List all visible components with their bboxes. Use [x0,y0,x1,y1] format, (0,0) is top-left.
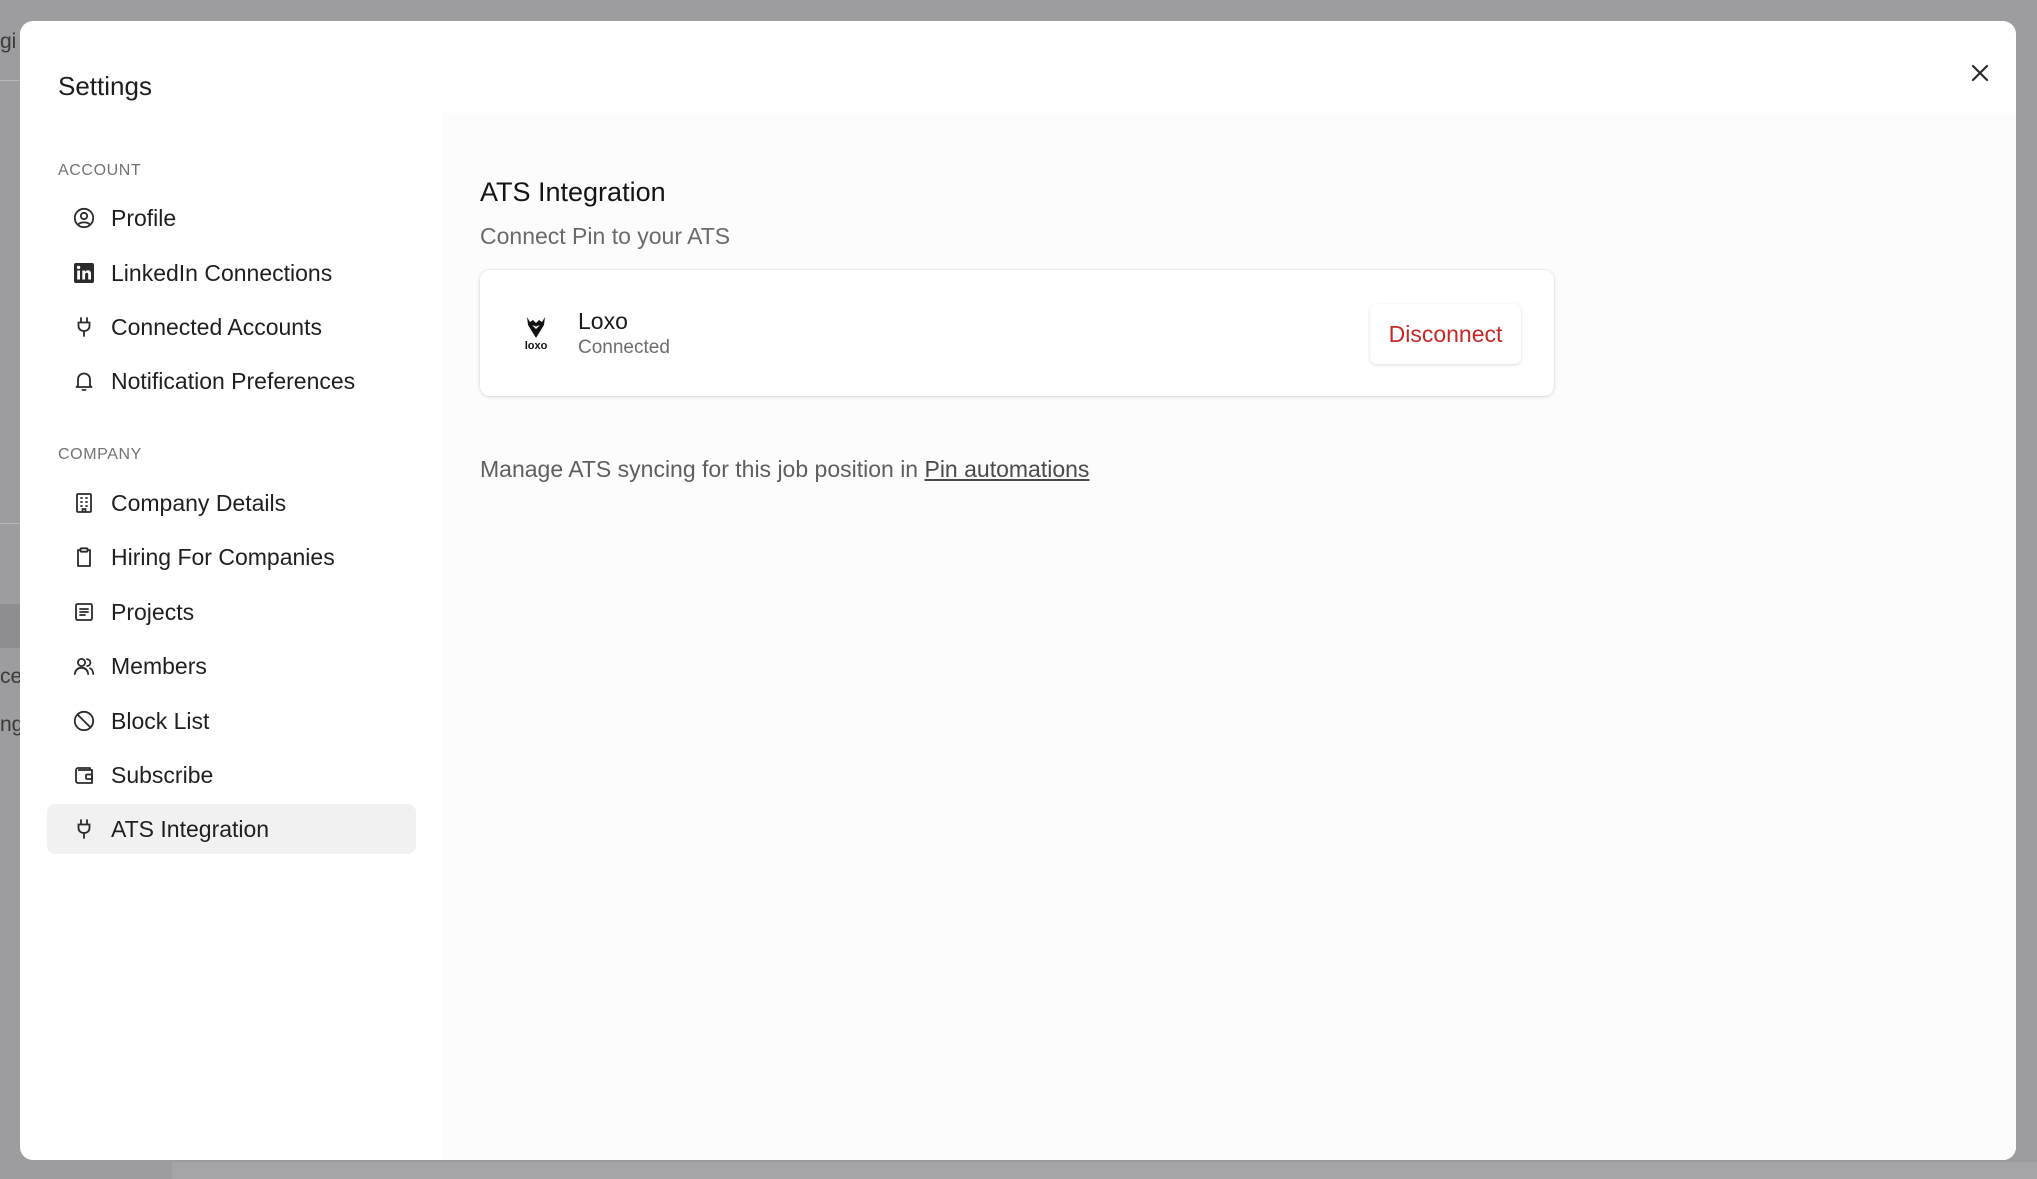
pin-automations-link[interactable]: Pin automations [924,456,1089,482]
sidebar-item-connected-accounts[interactable]: Connected Accounts [47,302,416,352]
sidebar-item-label: Members [111,652,207,679]
settings-modal: Settings ACCOUNT Profile LinkedIn Connec… [20,21,2016,1160]
integration-card: loxo Loxo Connected Disconnect [480,270,1554,396]
sidebar-item-ats-integration[interactable]: ATS Integration [47,804,416,854]
fox-icon [527,317,545,338]
settings-content: ATS Integration Connect Pin to your ATS … [442,113,2016,1160]
ban-icon [73,710,95,732]
sidebar-item-label: Block List [111,707,210,734]
user-circle-icon [73,207,95,229]
background-divider [0,523,20,524]
sidebar-item-hiring-for-companies[interactable]: Hiring For Companies [47,532,416,582]
linkedin-icon [73,262,95,284]
sidebar-item-notification-preferences[interactable]: Notification Preferences [47,356,416,406]
sidebar-item-block-list[interactable]: Block List [47,696,416,746]
section-label-account: ACCOUNT [58,162,142,179]
clipboard-icon [73,546,95,568]
list-icon [73,601,95,623]
sidebar-item-label: Notification Preferences [111,367,356,394]
integration-name: Loxo [578,308,628,334]
bell-icon [73,370,95,392]
manage-ats-prefix: Manage ATS syncing for this job position… [480,456,925,482]
sidebar-item-subscribe[interactable]: Subscribe [47,750,416,800]
settings-sidebar: ACCOUNT Profile LinkedIn Connections Con… [20,21,442,1160]
sidebar-item-profile[interactable]: Profile [47,193,416,243]
sidebar-item-label: Profile [111,204,177,231]
sidebar-item-label: Company Details [111,489,287,516]
page-title: ATS Integration [480,177,666,207]
sidebar-item-projects[interactable]: Projects [47,587,416,637]
wallet-icon [73,764,95,786]
sidebar-item-label: ATS Integration [111,815,270,842]
manage-ats-text: Manage ATS syncing for this job position… [480,456,1089,483]
page-subtitle: Connect Pin to your ATS [480,223,731,249]
plug-icon [73,818,95,840]
sidebar-item-label: Connected Accounts [111,313,322,340]
background-footer [172,1162,2037,1179]
sidebar-item-label: Hiring For Companies [111,543,335,570]
plug-icon [73,316,95,338]
background-text-fragment: ng [0,713,20,736]
background-selected-row [0,604,20,648]
sidebar-item-label: LinkedIn Connections [111,259,333,286]
background-text-fragment: ce [0,665,20,688]
background-divider [0,80,20,81]
logo-text: loxo [524,340,548,352]
sidebar-item-label: Projects [111,598,195,625]
sidebar-item-company-details[interactable]: Company Details [47,478,416,528]
loxo-logo: loxo [520,314,552,352]
users-icon [73,655,95,677]
background-text-fragment: gi [0,30,17,53]
sidebar-item-label: Subscribe [111,761,214,788]
disconnect-button[interactable]: Disconnect [1370,304,1521,364]
close-button[interactable] [1958,51,2002,95]
close-icon [1971,64,1989,82]
sidebar-item-members[interactable]: Members [47,641,416,691]
building-icon [73,492,95,514]
section-label-company: COMPANY [58,446,142,463]
sidebar-item-linkedin-connections[interactable]: LinkedIn Connections [47,248,416,298]
integration-status: Connected [578,337,670,358]
